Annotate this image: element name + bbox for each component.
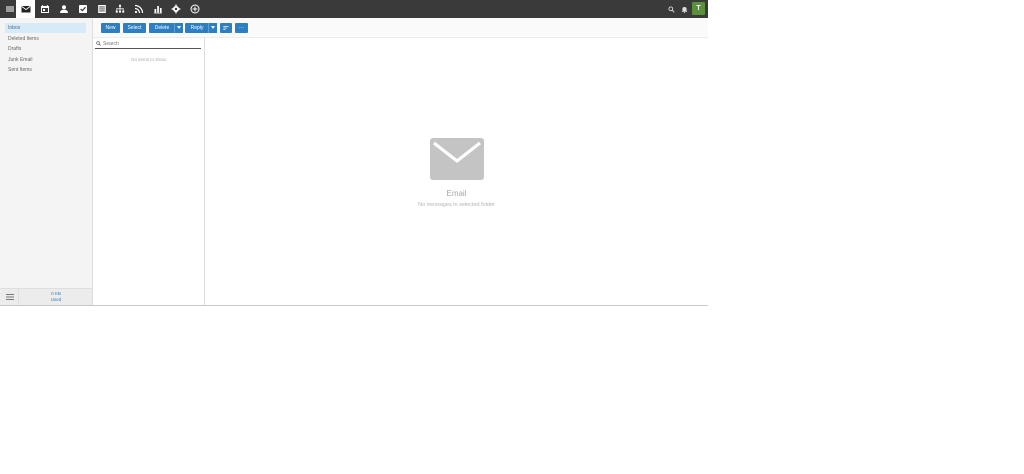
mail-icon[interactable] xyxy=(16,0,35,18)
bell-icon[interactable] xyxy=(679,4,689,14)
email-app-window: T Inbox Deleted Items Drafts Junk Email … xyxy=(0,0,708,306)
more-actions-button[interactable]: ··· xyxy=(235,23,248,33)
org-chart-icon[interactable] xyxy=(110,0,129,18)
top-nav-bar: T xyxy=(0,0,708,18)
mail-toolbar: New Select Delete Reply ··· xyxy=(93,18,708,38)
search-icon[interactable] xyxy=(666,4,676,14)
calendar-icon[interactable] xyxy=(35,0,54,18)
folder-inbox[interactable]: Inbox xyxy=(5,23,86,33)
search-icon xyxy=(96,41,101,46)
empty-state-title: Email xyxy=(446,189,467,198)
folder-pane: Inbox Deleted Items Drafts Junk Email Se… xyxy=(0,18,93,305)
message-list-pane: No items to show. xyxy=(93,38,205,305)
contacts-icon[interactable] xyxy=(54,0,73,18)
chevron-down-icon xyxy=(177,26,181,29)
sort-icon xyxy=(223,26,229,30)
reports-icon[interactable] xyxy=(148,0,167,18)
storage-label: Used xyxy=(50,297,62,302)
folder-sent-items[interactable]: Sent Items xyxy=(5,65,86,75)
envelope-icon xyxy=(430,138,484,180)
search-input[interactable] xyxy=(103,39,199,48)
folder-pane-footer: 0 KB Used xyxy=(0,288,92,305)
user-avatar[interactable]: T xyxy=(692,2,705,15)
reply-dropdown-button[interactable] xyxy=(208,23,217,33)
sort-button[interactable] xyxy=(220,23,232,33)
storage-indicator: 0 KB Used xyxy=(40,291,72,303)
folder-deleted-items[interactable]: Deleted Items xyxy=(5,34,86,44)
footer-divider xyxy=(18,289,19,305)
new-button[interactable]: New xyxy=(101,23,120,33)
reading-pane: Email No messages in selected folder xyxy=(205,38,708,305)
empty-list-message: No items to show. xyxy=(131,57,167,62)
add-icon[interactable] xyxy=(185,0,204,18)
rss-icon[interactable] xyxy=(129,0,148,18)
search-box xyxy=(95,39,201,49)
select-button[interactable]: Select xyxy=(123,23,146,33)
delete-dropdown-button[interactable] xyxy=(174,23,183,33)
reply-button[interactable]: Reply xyxy=(185,23,209,33)
folder-drafts[interactable]: Drafts xyxy=(5,44,86,54)
collapse-folders-icon[interactable] xyxy=(6,294,14,300)
tasks-icon[interactable] xyxy=(73,0,92,18)
empty-state-subtitle: No messages in selected folder xyxy=(418,202,495,208)
chevron-down-icon xyxy=(211,26,215,29)
settings-icon[interactable] xyxy=(166,0,185,18)
notes-icon[interactable] xyxy=(92,0,111,18)
folder-junk-email[interactable]: Junk Email xyxy=(5,55,86,65)
delete-button[interactable]: Delete xyxy=(149,23,175,33)
